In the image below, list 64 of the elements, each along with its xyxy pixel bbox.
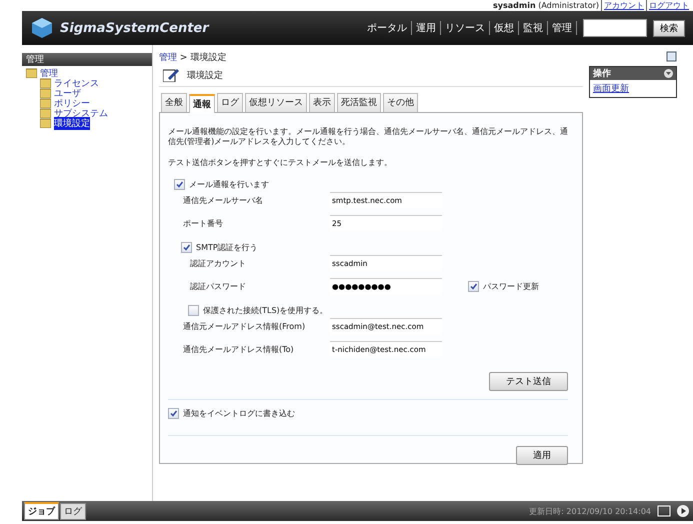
search-field[interactable] [583, 19, 647, 37]
tree-item[interactable]: ポリシー [54, 96, 90, 110]
folder-icon [40, 118, 51, 128]
checkbox-label: 保護された接続(TLS)を使用する。 [203, 304, 328, 316]
tab[interactable]: ログ [217, 93, 243, 112]
checkbox-label: メール通報を行います [189, 178, 269, 190]
field-label: ポート番号 [183, 218, 224, 229]
tree-item[interactable]: 管理 [40, 66, 58, 80]
user-name: sysadmin (Administrator) [493, 1, 599, 10]
tab[interactable]: 全般 [161, 93, 187, 112]
folder-icon [26, 68, 37, 78]
search-button[interactable]: 検索 [653, 20, 685, 36]
nav-link[interactable]: リソース [441, 21, 490, 35]
checkbox-label: パスワード更新 [483, 280, 539, 292]
checkbox[interactable] [188, 304, 199, 316]
update-time: 更新日時: 2012/09/10 20:14:04 [529, 506, 651, 516]
apply-button[interactable]: 適用 [516, 446, 568, 466]
tree-item[interactable]: サブシステム [54, 106, 108, 120]
tab[interactable]: その他 [383, 93, 418, 112]
play-icon[interactable] [677, 505, 689, 517]
window-icon[interactable] [657, 505, 671, 517]
tab[interactable]: 表示 [309, 93, 335, 112]
bottom-tab[interactable]: ジョブ [24, 502, 59, 520]
refresh-link[interactable]: 画面更新 [590, 80, 676, 97]
checkbox-label: 通知をイベントログに書き込む [183, 408, 295, 420]
field-label: 通信先メールサーバ名 [183, 194, 264, 206]
description-text: メール通報機能の設定を行います。メール通報を行う場合、通信先メールサーバ名、通信元メールアドレス、通信先(管理者)メールアドレスを入力してください。 [168, 127, 568, 148]
folder-icon [40, 78, 51, 88]
folder-icon [40, 88, 51, 98]
page-title: 環境設定 [187, 70, 223, 82]
nav-link[interactable]: 仮想 [490, 21, 519, 35]
description-text: テスト送信ボタンを押すとすぐにテストメールを送信します。 [168, 158, 393, 168]
tree-item[interactable]: ユーザ [54, 86, 81, 100]
panel-title: 操作 [593, 68, 611, 80]
field-label: 認証パスワード [190, 280, 247, 292]
nav-link[interactable]: 監視 [519, 21, 548, 35]
cube-logo-icon [30, 16, 54, 40]
tab[interactable]: 通報 [189, 94, 215, 113]
nav-link[interactable]: 運用 [412, 21, 441, 35]
test-send-button[interactable]: テスト送信 [489, 372, 568, 392]
checkbox[interactable] [174, 178, 185, 190]
checkbox[interactable] [168, 408, 179, 420]
breadcrumb-current: 環境設定 [190, 53, 226, 63]
edit-icon [163, 68, 179, 82]
tab[interactable]: 死活監視 [337, 93, 381, 112]
sidebar-title: 管理 [26, 54, 44, 66]
field-label: 通信先メールアドレス情報(To) [183, 344, 295, 355]
bottom-tab[interactable]: ログ [60, 502, 86, 520]
field-label: 認証アカウント [190, 258, 247, 269]
folder-icon [40, 98, 51, 108]
nav-link[interactable]: 管理 [548, 21, 577, 35]
breadcrumb-separator: > [180, 53, 188, 63]
nav-link[interactable]: ポータル [363, 21, 412, 35]
tab[interactable]: 仮想リソース [245, 93, 307, 112]
field-label: 通信元メールアドレス情報(From) [183, 320, 306, 332]
folder-icon [40, 108, 51, 118]
breadcrumb-link[interactable]: 管理 [159, 53, 177, 63]
checkbox[interactable] [181, 242, 192, 253]
tree-item[interactable]: 環境設定 [54, 116, 90, 130]
checkbox-label: SMTP認証を行う [196, 242, 258, 253]
checkbox[interactable] [468, 280, 479, 292]
tree-item[interactable]: ライセンス [54, 76, 99, 90]
collapse-icon[interactable] [664, 69, 673, 78]
product-logo: SigmaSystemCenter [60, 20, 209, 36]
